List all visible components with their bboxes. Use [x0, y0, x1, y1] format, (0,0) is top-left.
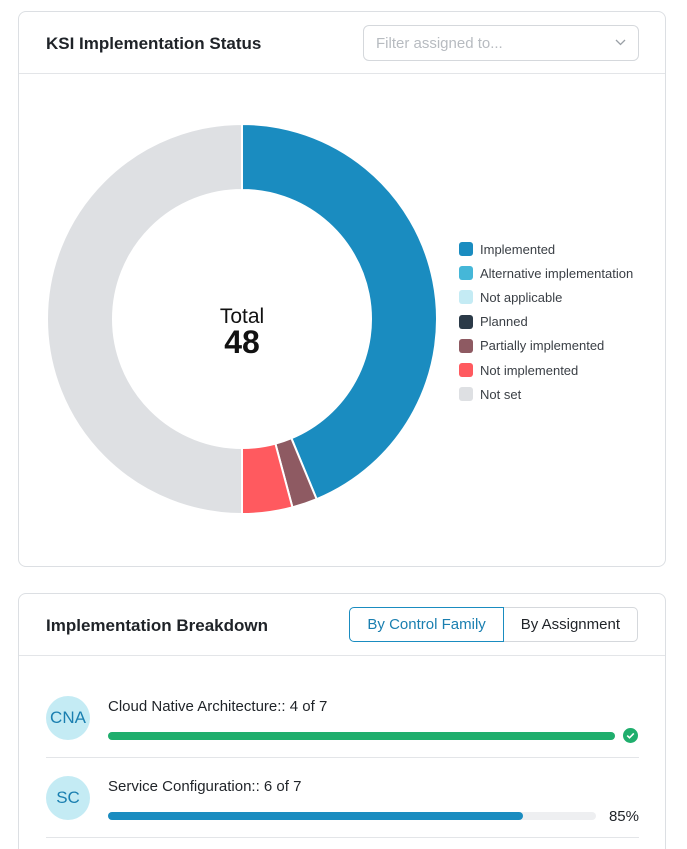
- breakdown-card-title: Implementation Breakdown: [46, 616, 268, 635]
- progress-percent: 85%: [608, 808, 639, 825]
- breakdown-card: Implementation Breakdown By Control Fami…: [18, 593, 666, 849]
- chart-legend: Implemented Alternative implementation Not…: [459, 237, 633, 406]
- legend-item[interactable]: Partially implemented: [459, 334, 633, 358]
- legend-label: Alternative implementation: [480, 265, 634, 281]
- progress-bar: [108, 732, 615, 740]
- family-row-title: Cloud Native Architecture:: 4 of 7: [108, 698, 328, 715]
- legend-label: Implemented: [480, 241, 556, 257]
- progress-bar-fill: [108, 732, 615, 740]
- status-card-header: KSI Implementation Status Filter assigne…: [19, 12, 665, 74]
- progress-bar: [108, 812, 596, 820]
- legend-label: Not applicable: [480, 289, 563, 305]
- legend-label: Not implemented: [480, 362, 579, 378]
- status-card: KSI Implementation Status Filter assigne…: [18, 11, 666, 567]
- legend-swatch: [459, 290, 473, 305]
- control-family-row[interactable]: SC Service Configuration:: 6 of 7 85%: [46, 758, 639, 838]
- control-family-row[interactable]: CNA Cloud Native Architecture:: 4 of 7: [46, 678, 639, 758]
- complete-check-icon: [623, 728, 638, 743]
- total-value: 48: [224, 324, 260, 360]
- legend-swatch: [459, 266, 473, 281]
- breakdown-card-header: Implementation Breakdown By Control Fami…: [19, 594, 665, 656]
- legend-swatch: [459, 338, 473, 353]
- legend-item[interactable]: Not implemented: [459, 358, 633, 382]
- legend-item[interactable]: Alternative implementation: [459, 261, 633, 285]
- legend-swatch: [459, 314, 473, 329]
- tab-by-assignment[interactable]: By Assignment: [503, 607, 638, 642]
- breakdown-view-toggle: By Control Family By Assignment: [349, 607, 638, 642]
- legend-label: Planned: [480, 314, 528, 330]
- assigned-filter-select[interactable]: Filter assigned to...: [363, 25, 639, 61]
- legend-item[interactable]: Implemented: [459, 237, 633, 261]
- legend-item[interactable]: Not set: [459, 382, 633, 406]
- family-avatar: CNA: [46, 696, 90, 740]
- donut-chart: Total 48: [46, 122, 438, 516]
- status-card-title: KSI Implementation Status: [46, 34, 262, 53]
- legend-item[interactable]: Planned: [459, 310, 633, 334]
- assigned-filter-placeholder: Filter assigned to...: [376, 35, 503, 52]
- tab-by-control-family[interactable]: By Control Family: [349, 607, 504, 642]
- legend-label: Not set: [480, 386, 522, 402]
- legend-item[interactable]: Not applicable: [459, 285, 633, 309]
- legend-swatch: [459, 242, 473, 257]
- chevron-down-icon: [615, 39, 626, 46]
- progress-bar-fill: [108, 812, 523, 820]
- legend-swatch: [459, 387, 473, 402]
- legend-label: Partially implemented: [480, 338, 605, 354]
- legend-swatch: [459, 363, 473, 378]
- family-row-title: Service Configuration:: 6 of 7: [108, 778, 302, 795]
- family-avatar: SC: [46, 776, 90, 820]
